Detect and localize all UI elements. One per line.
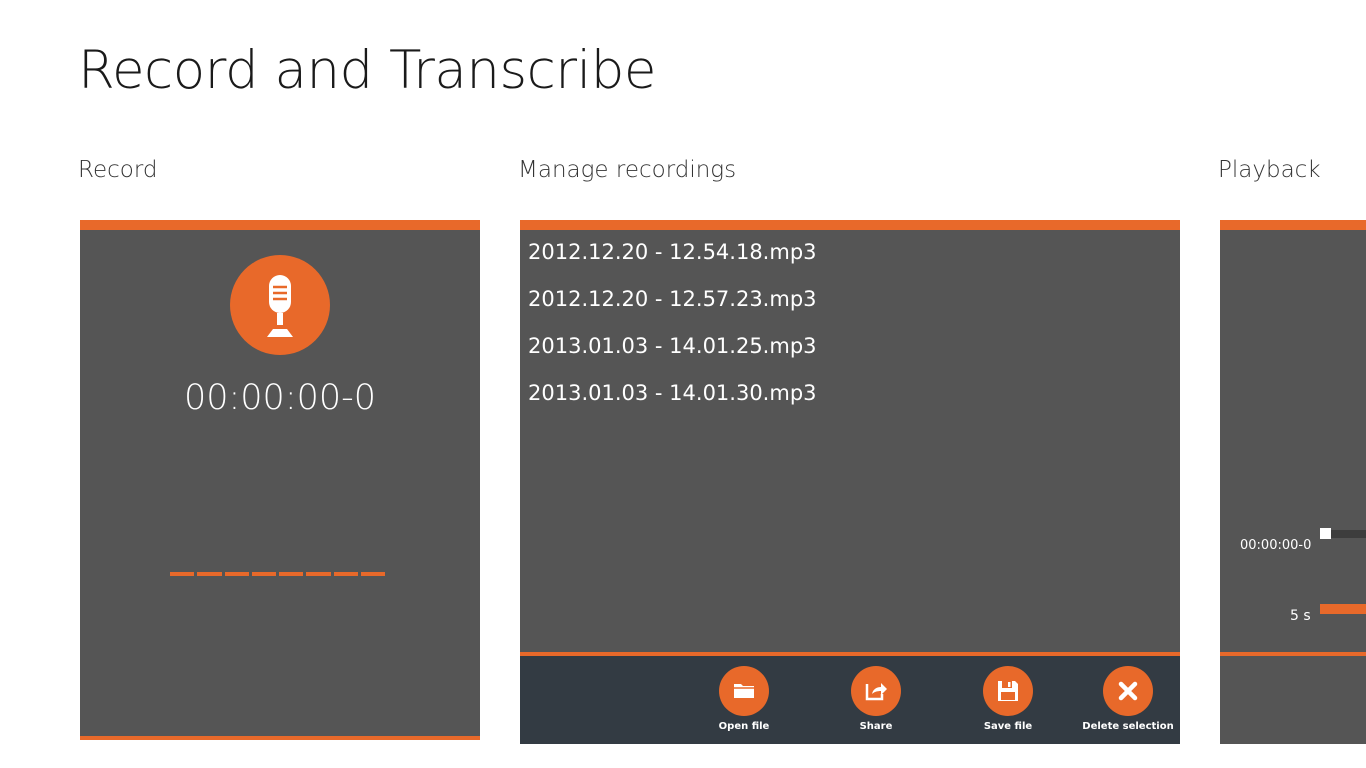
playback-section-title: Playback — [1218, 157, 1321, 183]
playback-progress-thumb[interactable] — [1320, 528, 1331, 539]
level-segment — [306, 572, 331, 576]
level-segment — [333, 572, 358, 576]
list-item[interactable]: 2013.01.03 - 14.01.30.mp3 — [528, 379, 817, 426]
playback-panel: 00:00:00-0 5 s — [1220, 220, 1366, 744]
list-item[interactable]: 2013.01.03 - 14.01.25.mp3 — [528, 332, 817, 379]
manage-toolbar: Open file Share Save file Delete selecti… — [520, 652, 1180, 744]
manage-panel: 2012.12.20 - 12.54.18.mp3 2012.12.20 - 1… — [520, 220, 1180, 744]
recordings-list: 2012.12.20 - 12.54.18.mp3 2012.12.20 - 1… — [528, 238, 817, 426]
close-icon — [1118, 681, 1138, 701]
delete-selection-button[interactable]: Delete selection — [1073, 666, 1183, 732]
share-button[interactable]: Share — [821, 666, 931, 732]
playback-position: 00:00:00-0 — [1240, 538, 1312, 553]
open-file-button[interactable]: Open file — [689, 666, 799, 732]
save-file-label: Save file — [983, 721, 1033, 732]
record-bottom-bar — [80, 736, 480, 740]
level-segment — [360, 572, 385, 576]
level-segment — [279, 572, 304, 576]
share-label: Share — [859, 721, 893, 732]
level-segment — [197, 572, 222, 576]
microphone-icon — [267, 275, 293, 337]
save-file-button[interactable]: Save file — [953, 666, 1063, 732]
skip-interval-label: 5 s — [1290, 608, 1311, 624]
manage-section-title: Manage recordings — [518, 157, 737, 183]
record-accent-bar — [80, 220, 480, 230]
playback-toolbar — [1220, 652, 1366, 744]
playback-accent-bar — [1220, 220, 1366, 230]
level-segment — [251, 572, 276, 576]
list-item[interactable]: 2012.12.20 - 12.57.23.mp3 — [528, 285, 817, 332]
skip-interval-slider[interactable] — [1320, 604, 1366, 614]
app-title: Record and Transcribe — [78, 40, 657, 101]
record-button[interactable] — [230, 255, 330, 355]
record-timer: 00:00:00-0 — [183, 378, 377, 418]
folder-icon — [734, 684, 754, 698]
manage-accent-bar — [520, 220, 1180, 230]
share-icon — [865, 683, 887, 701]
record-panel: 00:00:00-0 — [80, 220, 480, 740]
audio-level-meter — [170, 572, 385, 576]
open-file-label: Open file — [718, 721, 770, 732]
record-section-title: Record — [78, 157, 158, 183]
floppy-disk-icon — [998, 681, 1018, 701]
delete-selection-label: Delete selection — [1082, 721, 1174, 732]
level-segment — [224, 572, 249, 576]
level-segment — [170, 572, 195, 576]
list-item[interactable]: 2012.12.20 - 12.54.18.mp3 — [528, 238, 817, 285]
